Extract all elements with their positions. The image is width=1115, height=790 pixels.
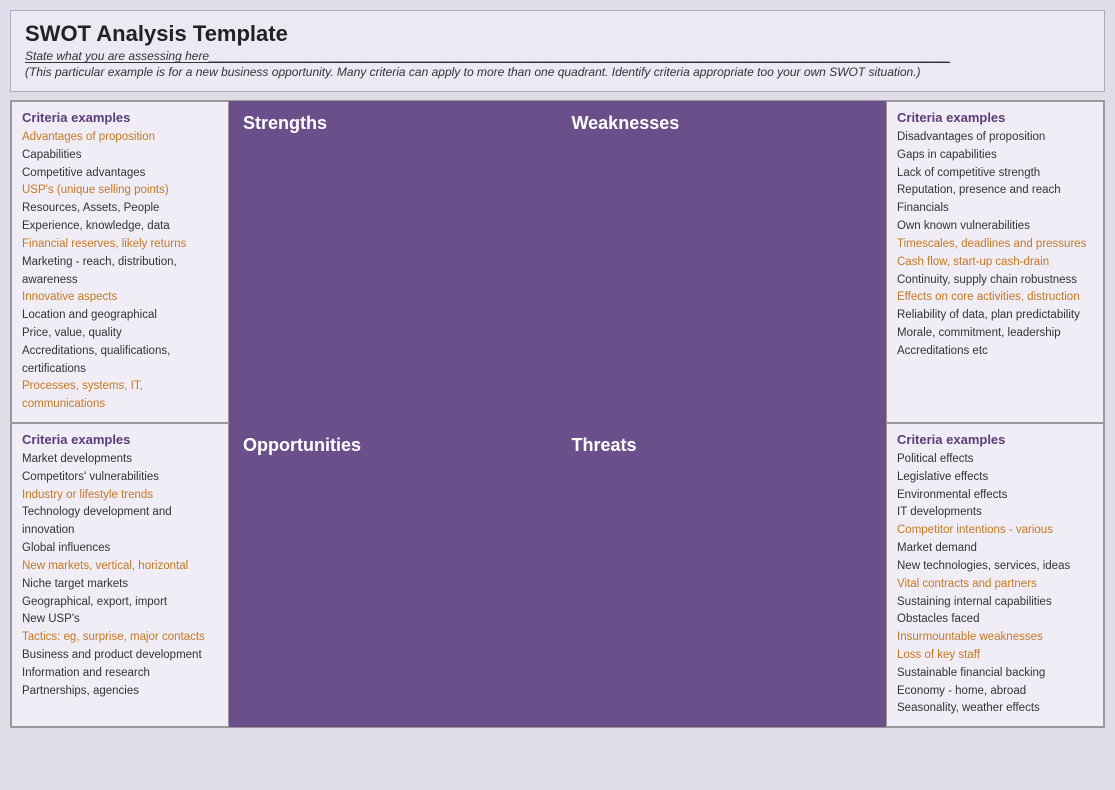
list-item: Location and geographical	[22, 307, 218, 325]
list-item: Legislative effects	[897, 469, 1093, 487]
list-item: Industry or lifestyle trends	[22, 487, 218, 505]
list-item: Price, value, quality	[22, 325, 218, 343]
list-item: IT developments	[897, 504, 1093, 522]
list-item: Technology development and innovation	[22, 504, 218, 540]
threats-label: Threats	[572, 435, 637, 455]
list-item: Resources, Assets, People	[22, 200, 218, 218]
list-item: Lack of competitive strength	[897, 165, 1093, 183]
list-item: New markets, vertical, horizontal	[22, 558, 218, 576]
list-item: Morale, commitment, leadership	[897, 325, 1093, 343]
list-item: Financial reserves, likely returns	[22, 236, 218, 254]
page-title: SWOT Analysis Template	[25, 21, 1090, 47]
criteria-top-left: Criteria examples Advantages of proposit…	[11, 101, 229, 423]
list-item: Sustaining internal capabilities	[897, 594, 1093, 612]
list-item: Sustainable financial backing	[897, 665, 1093, 683]
threats-quadrant: Threats	[558, 423, 887, 727]
list-item: Obstacles faced	[897, 611, 1093, 629]
list-item: Financials	[897, 200, 1093, 218]
outer-container: SWOT Analysis Template State what you ar…	[0, 0, 1115, 790]
header-box: SWOT Analysis Template State what you ar…	[10, 10, 1105, 92]
list-item: Processes, systems, IT, communications	[22, 378, 218, 414]
list-item: Advantages of proposition	[22, 129, 218, 147]
list-item: Market developments	[22, 451, 218, 469]
list-item: Competitors' vulnerabilities	[22, 469, 218, 487]
criteria-top-right-header: Criteria examples	[897, 110, 1093, 125]
list-item: Experience, knowledge, data	[22, 218, 218, 236]
list-item: Disadvantages of proposition	[897, 129, 1093, 147]
list-item: New technologies, services, ideas	[897, 558, 1093, 576]
criteria-bottom-right-header: Criteria examples	[897, 432, 1093, 447]
list-item: Marketing - reach, distribution, awarene…	[22, 254, 218, 290]
criteria-bottom-left: Criteria examples Market developmentsCom…	[11, 423, 229, 727]
list-item: Information and research	[22, 665, 218, 683]
opportunities-label: Opportunities	[243, 435, 361, 455]
list-item: Economy - home, abroad	[897, 683, 1093, 701]
list-item: Partnerships, agencies	[22, 683, 218, 701]
list-item: Competitive advantages	[22, 165, 218, 183]
criteria-bottom-right-list: Political effectsLegislative effectsEnvi…	[897, 451, 1093, 718]
list-item: Continuity, supply chain robustness	[897, 272, 1093, 290]
list-item: Insurmountable weaknesses	[897, 629, 1093, 647]
weaknesses-quadrant: Weaknesses	[558, 101, 887, 423]
list-item: Gaps in capabilities	[897, 147, 1093, 165]
criteria-bottom-left-header: Criteria examples	[22, 432, 218, 447]
header-subtitle: State what you are assessing here_______…	[25, 49, 1090, 63]
strengths-label: Strengths	[243, 113, 327, 133]
criteria-bottom-left-list: Market developmentsCompetitors' vulnerab…	[22, 451, 218, 700]
list-item: Competitor intentions - various	[897, 522, 1093, 540]
list-item: Seasonality, weather effects	[897, 700, 1093, 718]
header-note: (This particular example is for a new bu…	[25, 65, 1090, 79]
list-item: Reputation, presence and reach	[897, 182, 1093, 200]
list-item: Own known vulnerabilities	[897, 218, 1093, 236]
swot-grid: Criteria examples Advantages of proposit…	[10, 100, 1105, 728]
list-item: Loss of key staff	[897, 647, 1093, 665]
list-item: Accreditations etc	[897, 343, 1093, 361]
list-item: Tactics: eg, surprise, major contacts	[22, 629, 218, 647]
list-item: Market demand	[897, 540, 1093, 558]
strengths-quadrant: Strengths	[229, 101, 558, 423]
list-item: New USP's	[22, 611, 218, 629]
list-item: Accreditations, qualifications, certific…	[22, 343, 218, 379]
list-item: Niche target markets	[22, 576, 218, 594]
list-item: Geographical, export, import	[22, 594, 218, 612]
list-item: Business and product development	[22, 647, 218, 665]
list-item: Reliability of data, plan predictability	[897, 307, 1093, 325]
list-item: Political effects	[897, 451, 1093, 469]
list-item: Effects on core activities, distruction	[897, 289, 1093, 307]
list-item: Global influences	[22, 540, 218, 558]
opportunities-quadrant: Opportunities	[229, 423, 558, 727]
criteria-top-left-header: Criteria examples	[22, 110, 218, 125]
weaknesses-label: Weaknesses	[572, 113, 680, 133]
list-item: Timescales, deadlines and pressures	[897, 236, 1093, 254]
list-item: Cash flow, start-up cash-drain	[897, 254, 1093, 272]
criteria-top-left-list: Advantages of propositionCapabilitiesCom…	[22, 129, 218, 414]
list-item: USP's (unique selling points)	[22, 182, 218, 200]
list-item: Environmental effects	[897, 487, 1093, 505]
list-item: Innovative aspects	[22, 289, 218, 307]
list-item: Capabilities	[22, 147, 218, 165]
criteria-top-right-list: Disadvantages of propositionGaps in capa…	[897, 129, 1093, 361]
criteria-bottom-right: Criteria examples Political effectsLegis…	[886, 423, 1104, 727]
list-item: Vital contracts and partners	[897, 576, 1093, 594]
criteria-top-right: Criteria examples Disadvantages of propo…	[886, 101, 1104, 423]
